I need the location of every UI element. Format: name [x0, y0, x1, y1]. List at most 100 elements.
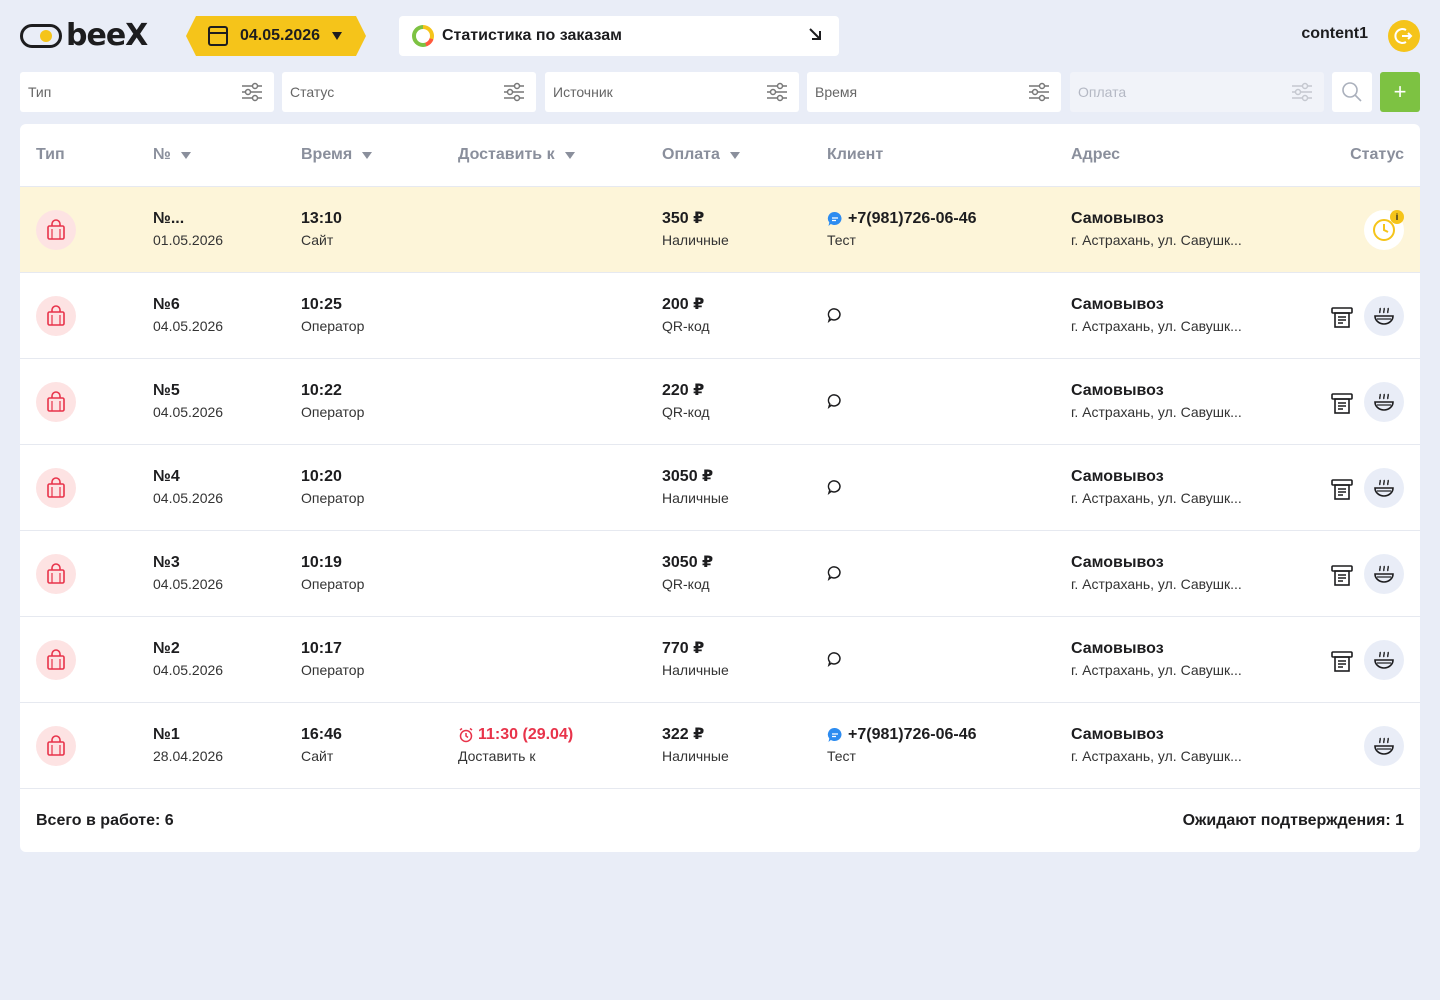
address-type: Самовывоз: [1071, 640, 1164, 657]
client-chat-button[interactable]: [827, 393, 843, 414]
filter-time[interactable]: Время: [807, 72, 1061, 112]
table-row[interactable]: №5 04.05.2026 10:22 Оператор 220 ₽ QR-код Само…: [20, 359, 1420, 445]
chat-icon: [827, 480, 841, 495]
order-type-pickup: [36, 726, 76, 766]
add-order-button[interactable]: +: [1380, 72, 1420, 112]
payment-cell: 3050 ₽ Наличные: [662, 466, 729, 508]
username: content1: [1301, 25, 1368, 42]
client-chat-button[interactable]: [827, 565, 843, 586]
col-time[interactable]: Время: [301, 146, 373, 164]
cooking-pot-icon: [1374, 651, 1394, 669]
order-date: 04.05.2026: [153, 318, 224, 334]
logout-icon: [1394, 28, 1413, 44]
order-time-cell: 10:22 Оператор: [301, 380, 364, 422]
order-source: Оператор: [301, 318, 365, 334]
order-source: Сайт: [301, 748, 334, 764]
print-receipt-button[interactable]: [1330, 392, 1354, 419]
status-cooking-button[interactable]: [1364, 382, 1404, 422]
order-time-cell: 10:25 Оператор: [301, 294, 364, 336]
cooking-pot-icon: [1374, 479, 1394, 497]
sort-down-icon[interactable]: [729, 151, 740, 159]
filter-type[interactable]: Тип: [20, 72, 274, 112]
chat-blue-icon: [827, 211, 842, 226]
table-row[interactable]: №6 04.05.2026 10:25 Оператор 200 ₽ QR-код Само…: [20, 273, 1420, 359]
address-type: Самовывоз: [1071, 296, 1164, 313]
cooking-pot-icon: [1374, 307, 1394, 325]
receipt-print-icon: [1331, 393, 1353, 414]
logout-button[interactable]: [1388, 20, 1420, 52]
client-phone[interactable]: +7(981)726-06-46: [827, 208, 977, 230]
address-line: г. Астрахань, ул. Савушк...: [1071, 232, 1242, 248]
status-cooking-button[interactable]: [1364, 468, 1404, 508]
table-row[interactable]: №1 28.04.2026 16:46 Сайт 11:30 (29.04) Достав…: [20, 703, 1420, 789]
filter-status[interactable]: Статус: [282, 72, 536, 112]
address-cell: Самовывоз г. Астрахань, ул. Савушк...: [1071, 552, 1242, 594]
col-deliver[interactable]: Доставить к: [458, 146, 575, 164]
client-chat-button[interactable]: [827, 651, 843, 672]
payment-method: Наличные: [662, 748, 729, 764]
payment-cell: 200 ₽ QR-код: [662, 294, 710, 336]
print-receipt-button[interactable]: [1330, 306, 1354, 333]
col-number[interactable]: №: [153, 146, 191, 164]
search-icon: [1342, 82, 1362, 102]
print-receipt-button[interactable]: [1330, 478, 1354, 505]
order-type-pickup: [36, 296, 76, 336]
table-row[interactable]: №... 01.05.2026 13:10 Сайт 350 ₽ Наличные +7(9…: [20, 187, 1420, 273]
client-phone[interactable]: +7(981)726-06-46: [827, 724, 977, 746]
donut-chart-icon: [412, 25, 434, 47]
deliver-by-time: 11:30 (29.04): [458, 724, 573, 746]
order-number-cell: №5 04.05.2026: [153, 380, 223, 422]
table-body: №... 01.05.2026 13:10 Сайт 350 ₽ Наличные +7(9…: [20, 187, 1420, 789]
order-stats-button[interactable]: Статистика по заказам: [399, 16, 839, 56]
cooking-pot-icon: [1374, 393, 1394, 411]
status-cooking-button[interactable]: [1364, 296, 1404, 336]
address-cell: Самовывоз г. Астрахань, ул. Савушк...: [1071, 208, 1242, 250]
status-cooking-button[interactable]: [1364, 726, 1404, 766]
sliders-icon: [1029, 82, 1049, 102]
client-name: Тест: [827, 748, 856, 764]
payment-cell: 770 ₽ Наличные: [662, 638, 729, 680]
order-time-cell: 13:10 Сайт: [301, 208, 342, 250]
date-picker[interactable]: 04.05.2026: [186, 16, 366, 56]
status-pending[interactable]: i: [1364, 210, 1404, 250]
print-receipt-button[interactable]: [1330, 650, 1354, 677]
payment-amount: 770 ₽: [662, 640, 705, 657]
filter-source[interactable]: Источник: [545, 72, 799, 112]
sort-down-icon[interactable]: [180, 151, 191, 159]
table-row[interactable]: №3 04.05.2026 10:19 Оператор 3050 ₽ QR-код Сам…: [20, 531, 1420, 617]
filter-type-label: Тип: [28, 84, 52, 100]
search-button[interactable]: [1332, 72, 1372, 112]
order-number: №2: [153, 640, 180, 657]
cooking-pot-icon: [1374, 565, 1394, 583]
status-cooking-button[interactable]: [1364, 554, 1404, 594]
col-payment[interactable]: Оплата: [662, 146, 740, 164]
sliders-icon: [767, 82, 787, 102]
table-row[interactable]: №2 04.05.2026 10:17 Оператор 770 ₽ Наличные Са…: [20, 617, 1420, 703]
order-number-cell: №2 04.05.2026: [153, 638, 223, 680]
address-type: Самовывоз: [1071, 554, 1164, 571]
status-cooking-button[interactable]: [1364, 640, 1404, 680]
sort-down-icon[interactable]: [564, 151, 575, 159]
print-receipt-button[interactable]: [1330, 564, 1354, 591]
order-type-pickup: [36, 382, 76, 422]
sort-down-icon[interactable]: [362, 151, 373, 159]
filter-payment-label: Оплата: [1078, 84, 1127, 100]
payment-cell: 3050 ₽ QR-код: [662, 552, 713, 594]
client-name: Тест: [827, 232, 856, 248]
chat-icon: [827, 652, 841, 667]
receipt-print-icon: [1331, 307, 1353, 328]
logo[interactable]: beeX: [20, 21, 148, 51]
filter-payment[interactable]: Оплата: [1070, 72, 1324, 112]
order-number-cell: №4 04.05.2026: [153, 466, 223, 508]
order-type-pickup: [36, 554, 76, 594]
chat-icon: [827, 566, 841, 581]
table-row[interactable]: №4 04.05.2026 10:20 Оператор 3050 ₽ Наличные С…: [20, 445, 1420, 531]
client-cell: +7(981)726-06-46 Тест: [827, 724, 977, 766]
client-chat-button[interactable]: [827, 307, 843, 328]
order-type-pickup: [36, 210, 76, 250]
order-date: 04.05.2026: [153, 404, 224, 420]
order-source: Оператор: [301, 662, 365, 678]
client-chat-button[interactable]: [827, 479, 843, 500]
order-number-cell: №6 04.05.2026: [153, 294, 223, 336]
filter-bar: Тип Статус Источник Время Оплата +: [20, 72, 1420, 112]
